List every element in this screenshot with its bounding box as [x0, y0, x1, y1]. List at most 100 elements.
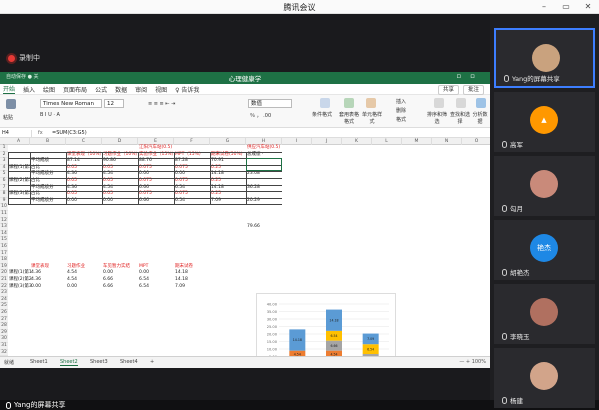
participant-tile[interactable]: ▲ 高军	[494, 92, 595, 152]
tab-review[interactable]: 审阅	[135, 85, 147, 94]
column-header[interactable]: H	[246, 138, 282, 145]
row-header[interactable]: 15	[0, 237, 8, 244]
row-header[interactable]: 18	[0, 257, 8, 264]
table2-cell[interactable]: 6.66	[103, 277, 113, 283]
table2-cell[interactable]: 4.36	[31, 270, 41, 276]
column-header[interactable]: N	[432, 138, 462, 145]
table2-cell[interactable]: 4.54	[67, 270, 77, 276]
participant-tile[interactable]: 杨建	[494, 348, 595, 408]
font-name-select[interactable]: Times New Roman	[40, 99, 102, 108]
table-group-header[interactable]: 供应汽车站(0.5)	[247, 145, 280, 151]
table2-cell[interactable]: 0.00	[103, 270, 113, 276]
row-header[interactable]: 10	[0, 204, 8, 211]
participant-tile[interactable]: Yang的屏幕共享	[494, 28, 595, 88]
participant-tile[interactable]: 勾月	[494, 156, 595, 216]
row-header[interactable]: 30	[0, 336, 8, 343]
table2-cell[interactable]: 14.18	[175, 270, 188, 276]
selected-cell[interactable]	[246, 158, 282, 172]
paste-icon[interactable]	[6, 99, 16, 109]
table-group-header[interactable]: 江阳汽车站(0.5)	[139, 145, 172, 151]
sheet-tab-3[interactable]: Sheet3	[90, 359, 108, 365]
find-select-icon[interactable]	[456, 98, 466, 108]
column-header[interactable]: J	[312, 138, 342, 145]
table2-cell[interactable]: 0.00	[67, 284, 77, 290]
analyze-data-icon[interactable]	[476, 98, 486, 108]
row-header[interactable]: 23	[0, 290, 8, 297]
format-cells-button[interactable]: 格式	[396, 116, 406, 123]
row-header[interactable]: 13	[0, 224, 8, 231]
row-header[interactable]: 3	[0, 158, 8, 165]
column-header[interactable]: L	[372, 138, 402, 145]
font-format-controls[interactable]: B I U · A	[40, 112, 60, 118]
table-format-icon[interactable]	[344, 98, 354, 108]
sort-filter-icon[interactable]	[434, 98, 444, 108]
column-header[interactable]: B	[30, 138, 66, 145]
table2-header[interactable]: 课堂表现	[31, 264, 49, 270]
maximize-button[interactable]: ▭	[555, 0, 577, 14]
row-header[interactable]: 26	[0, 310, 8, 317]
tell-me[interactable]: ♀ 告诉我	[175, 85, 199, 94]
alignment-controls[interactable]: ≡ ≡ ≡ ⇤ ⇥	[148, 101, 175, 107]
close-button[interactable]: ✕	[577, 0, 599, 14]
participant-tile[interactable]: 艳杰 胡艳杰	[494, 220, 595, 280]
tab-data[interactable]: 数据	[115, 85, 127, 94]
table2-cell[interactable]: 0.00	[31, 284, 41, 290]
conditional-format-icon[interactable]	[320, 98, 330, 108]
table2-cell[interactable]: 6.66	[103, 284, 113, 290]
column-header[interactable]: O	[462, 138, 490, 145]
table2-cell[interactable]: 4.36	[31, 277, 41, 283]
tab-view[interactable]: 视图	[155, 85, 167, 94]
row-header[interactable]: 25	[0, 303, 8, 310]
row-header[interactable]: 6	[0, 178, 8, 185]
tab-page-layout[interactable]: 页面布局	[63, 85, 87, 94]
table2-cell[interactable]: 课程(2)第2	[9, 277, 32, 283]
table2-header[interactable]: MPT	[139, 264, 148, 270]
column-header[interactable]: F	[174, 138, 210, 145]
row-header[interactable]: 16	[0, 244, 8, 251]
recording-indicator[interactable]: 录制中	[8, 52, 40, 64]
row-header[interactable]: 31	[0, 343, 8, 350]
sheet-tab-4[interactable]: Sheet4	[120, 359, 138, 365]
tab-insert[interactable]: 插入	[23, 85, 35, 94]
table2-cell[interactable]: 4.54	[67, 277, 77, 283]
share-button[interactable]: 共享	[437, 85, 459, 95]
number-format-select[interactable]: 数值	[248, 99, 292, 108]
name-box[interactable]: H4	[2, 130, 32, 137]
formula-input[interactable]: =SUM(C3:G5)	[52, 130, 87, 137]
table2-header[interactable]: 车见暂力实结	[103, 264, 130, 270]
tab-formulas[interactable]: 公式	[95, 85, 107, 94]
minimize-button[interactable]: –	[533, 0, 555, 14]
row-header[interactable]: 20	[0, 270, 8, 277]
font-size-select[interactable]: 12	[104, 99, 124, 108]
table2-cell[interactable]: 6.54	[139, 277, 149, 283]
fx-icon[interactable]: fx	[38, 130, 43, 137]
insert-cells-button[interactable]: 插入	[396, 98, 406, 105]
column-header[interactable]: K	[342, 138, 372, 145]
sheet-tab-1[interactable]: Sheet1	[30, 359, 48, 365]
sheet-tab-2[interactable]: Sheet2	[60, 359, 78, 366]
column-header[interactable]: M	[402, 138, 432, 145]
table2-cell[interactable]: 课程(1)第1	[9, 270, 32, 276]
row-header[interactable]: 5	[0, 171, 8, 178]
column-header[interactable]: C	[66, 138, 102, 145]
add-sheet-button[interactable]: +	[150, 359, 154, 365]
column-header[interactable]: I	[282, 138, 312, 145]
table2-cell[interactable]: 7.09	[175, 284, 185, 290]
column-header[interactable]: E	[138, 138, 174, 145]
row-header[interactable]: 11	[0, 211, 8, 218]
column-header[interactable]: A	[8, 138, 30, 145]
number-controls[interactable]: ％ ， .00	[250, 112, 271, 119]
column-header[interactable]: D	[102, 138, 138, 145]
table2-cell[interactable]: 6.54	[139, 284, 149, 290]
comments-button[interactable]: 批注	[462, 85, 484, 95]
row-header[interactable]: 21	[0, 277, 8, 284]
cell-style-icon[interactable]	[366, 98, 376, 108]
row-header[interactable]: 8	[0, 191, 8, 198]
row-header[interactable]: 1	[0, 145, 8, 152]
table2-header[interactable]: 习题作业	[67, 264, 85, 270]
table2-cell[interactable]: 0.00	[139, 270, 149, 276]
table2-cell[interactable]: 课程(3)第3	[9, 284, 32, 290]
total-score[interactable]: 79.66	[247, 224, 260, 230]
column-header[interactable]: G	[210, 138, 246, 145]
participant-tile[interactable]: 李晓玉	[494, 284, 595, 344]
